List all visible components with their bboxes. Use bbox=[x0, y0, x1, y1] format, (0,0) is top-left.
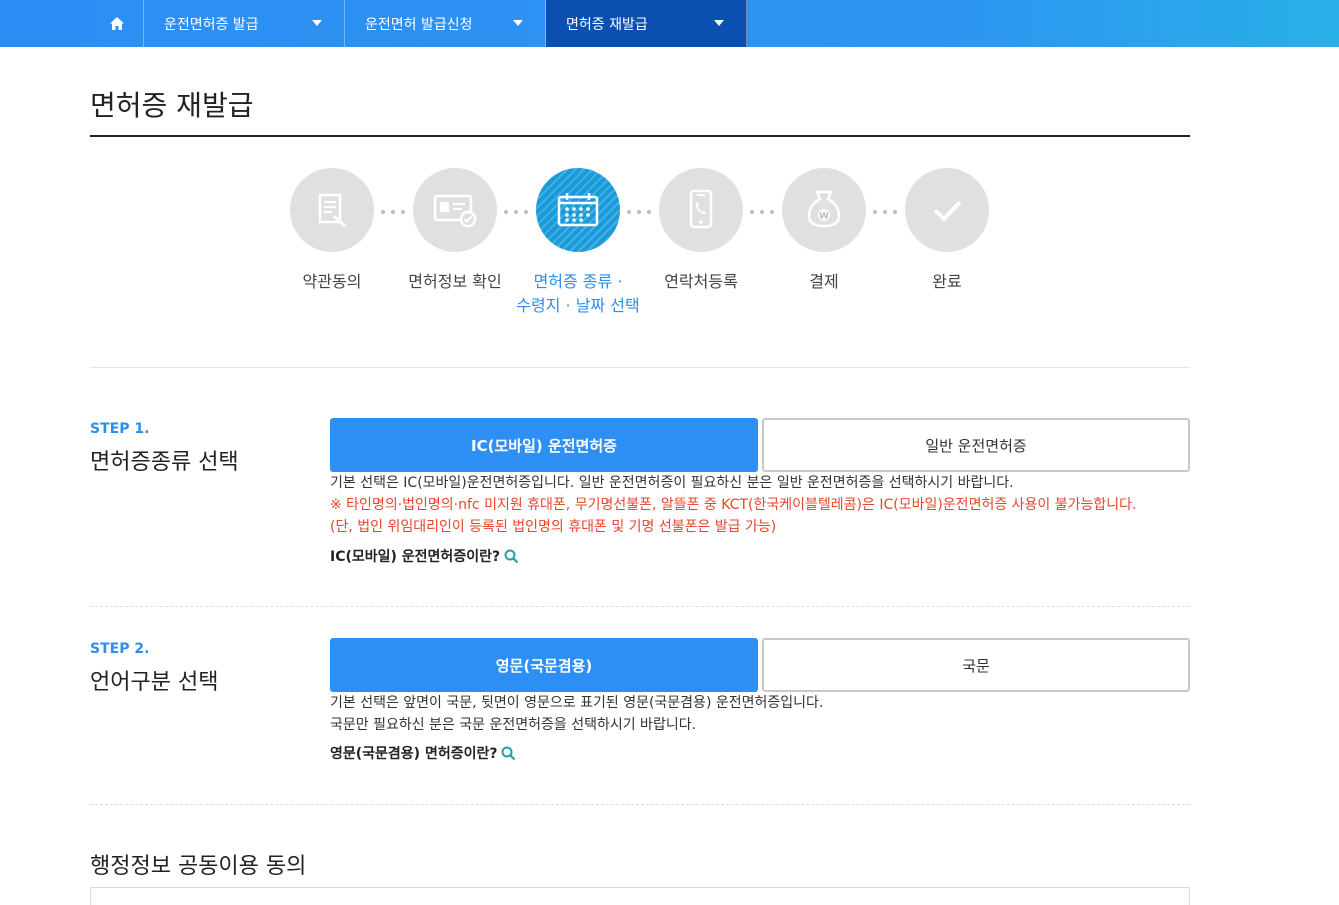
progress-step-complete: 완료 bbox=[882, 168, 1012, 294]
progress-step-label: 완료 bbox=[932, 272, 962, 291]
progress-step-label-line2: 수령지 · 날짜 선택 bbox=[516, 296, 640, 315]
home-icon bbox=[109, 17, 124, 30]
ic-license-help-link[interactable]: IC(모바일) 운전면허증이란? bbox=[330, 546, 519, 566]
search-icon bbox=[501, 746, 516, 760]
section-divider bbox=[90, 606, 1190, 607]
progress-step-license-info: 면허정보 확인 bbox=[390, 168, 520, 294]
nav-label: 면허증 재발급 bbox=[566, 16, 648, 33]
step1-description: 기본 선택은 IC(모바일)운전면허증입니다. 일반 운전면허증이 필요하신 분… bbox=[330, 475, 1014, 491]
check-icon bbox=[933, 200, 962, 222]
progress-step-circle bbox=[290, 168, 374, 252]
help-link-label: 영문(국문겸용) 면허증이란? bbox=[330, 746, 498, 762]
top-navigation: 운전면허증 발급 운전면허 발급신청 면허증 재발급 bbox=[0, 0, 1339, 47]
admin-share-agreement-box bbox=[90, 887, 1190, 905]
progress-step-label: 면허증 종류 · 수령지 · 날짜 선택 bbox=[513, 270, 643, 318]
progress-step-circle bbox=[413, 168, 497, 252]
step2-description-line1: 기본 선택은 앞면이 국문, 뒷면이 영문으로 표기된 영문(국문겸용) 운전면… bbox=[330, 695, 824, 711]
help-link-label: IC(모바일) 운전면허증이란? bbox=[330, 549, 501, 565]
korean-license-button[interactable]: 국문 bbox=[762, 638, 1190, 692]
ic-mobile-license-button[interactable]: IC(모바일) 운전면허증 bbox=[330, 418, 758, 472]
progress-step-label: 연락처등록 bbox=[664, 272, 738, 291]
section-divider bbox=[90, 804, 1190, 805]
id-card-check-icon bbox=[433, 194, 477, 228]
search-icon bbox=[504, 549, 519, 563]
nav-license-reissue[interactable]: 면허증 재발급 bbox=[546, 0, 747, 47]
step2-description-line2: 국문만 필요하신 분은 국문 운전면허증을 선택하시기 바랍니다. bbox=[330, 717, 697, 733]
step1-warning-line1: ※ 타인명의·법인명의·nfc 미지원 휴대폰, 무기명선불폰, 알뜰폰 중 K… bbox=[330, 497, 1137, 513]
document-edit-icon bbox=[318, 193, 347, 228]
progress-step-circle bbox=[905, 168, 989, 252]
progress-step-circle bbox=[536, 168, 620, 252]
calendar-icon bbox=[557, 193, 599, 227]
title-divider bbox=[90, 135, 1190, 137]
chevron-down-icon bbox=[714, 20, 724, 26]
progress-step-contact: 연락처등록 bbox=[636, 168, 766, 294]
english-korean-license-button[interactable]: 영문(국문겸용) bbox=[330, 638, 758, 692]
nav-license-apply[interactable]: 운전면허 발급신청 bbox=[345, 0, 546, 47]
chevron-down-icon bbox=[312, 20, 322, 26]
chevron-down-icon bbox=[513, 20, 523, 26]
general-license-button[interactable]: 일반 운전면허증 bbox=[762, 418, 1190, 472]
nav-label: 운전면허증 발급 bbox=[164, 16, 259, 33]
progress-step-label-line1: 면허증 종류 · bbox=[533, 272, 623, 291]
progress-step-label: 결제 bbox=[809, 272, 839, 291]
progress-step-label: 면허정보 확인 bbox=[408, 272, 502, 291]
money-bag-icon: W bbox=[807, 190, 841, 228]
nav-label: 운전면허 발급신청 bbox=[365, 16, 473, 33]
step2-title: 언어구분 선택 bbox=[90, 670, 219, 695]
nav-license-issue[interactable]: 운전면허증 발급 bbox=[144, 0, 345, 47]
english-license-help-link[interactable]: 영문(국문겸용) 면허증이란? bbox=[330, 743, 516, 763]
progress-step-label: 약관동의 bbox=[302, 272, 362, 291]
progress-step-type-select: 면허증 종류 · 수령지 · 날짜 선택 bbox=[513, 168, 643, 318]
progress-step-circle bbox=[659, 168, 743, 252]
step1-title: 면허증종류 선택 bbox=[90, 450, 239, 475]
admin-share-title: 행정정보 공동이용 동의 bbox=[90, 854, 307, 879]
step1-number: STEP 1. bbox=[90, 421, 150, 437]
section-divider bbox=[90, 367, 1190, 368]
phone-icon bbox=[689, 189, 713, 229]
step1-warning-line2: (단, 법인 위임대리인이 등록된 법인명의 휴대폰 및 기명 선불폰은 발급 … bbox=[330, 519, 777, 535]
progress-step-payment: W 결제 bbox=[759, 168, 889, 294]
page-title: 면허증 재발급 bbox=[90, 89, 254, 122]
home-button[interactable] bbox=[90, 0, 144, 47]
progress-step-terms: 약관동의 bbox=[267, 168, 397, 294]
svg-text:W: W bbox=[819, 212, 829, 222]
step2-number: STEP 2. bbox=[90, 641, 150, 657]
progress-step-circle: W bbox=[782, 168, 866, 252]
